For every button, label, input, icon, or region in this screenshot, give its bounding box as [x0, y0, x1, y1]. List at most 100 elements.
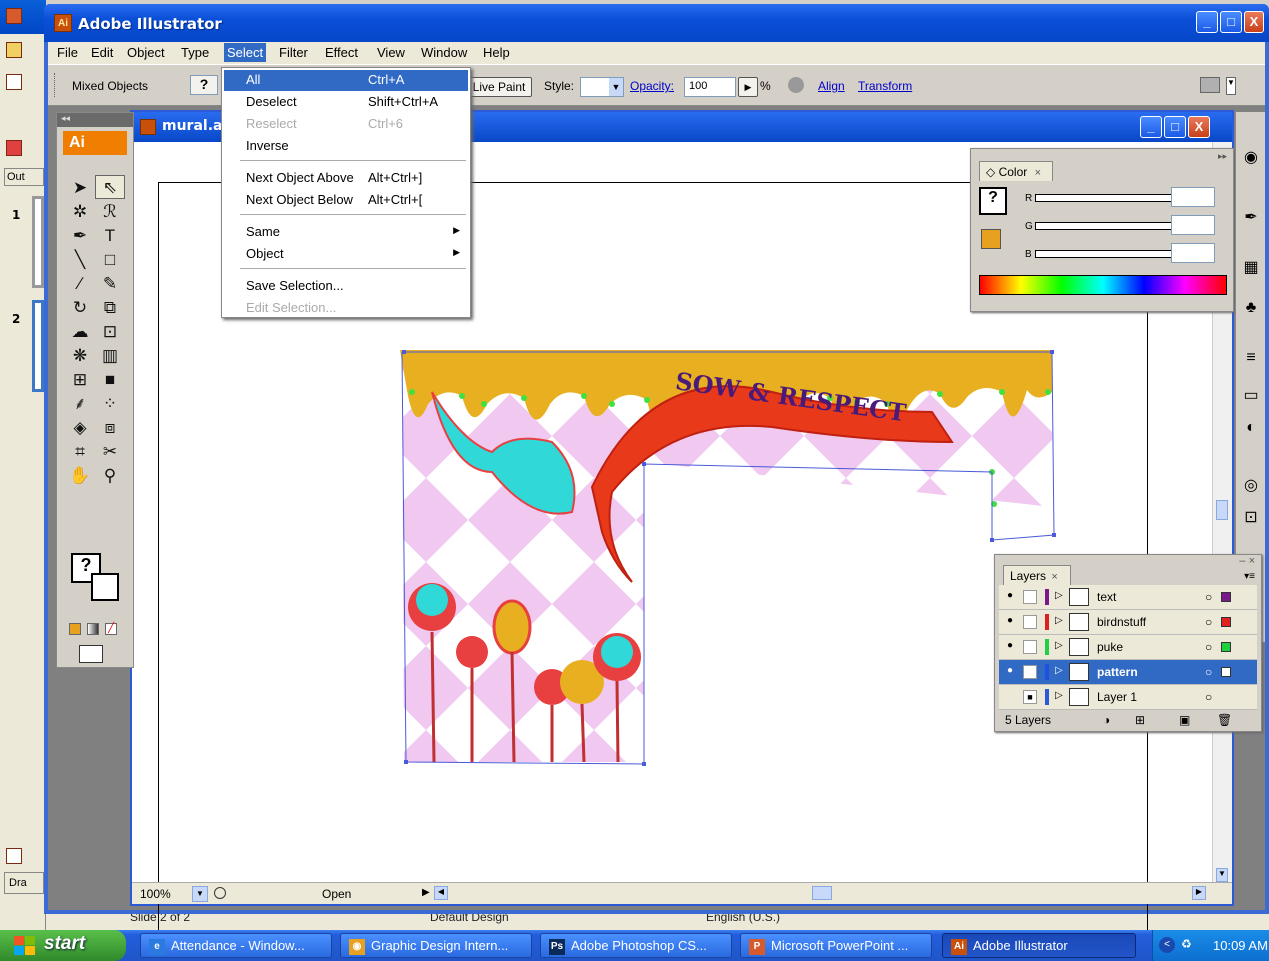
new-slide-icon[interactable]: [6, 74, 22, 90]
stroke-swatch[interactable]: [91, 573, 119, 601]
color-spectrum[interactable]: [979, 275, 1227, 295]
align-link[interactable]: Align: [818, 79, 845, 93]
lock-toggle-icon[interactable]: [1023, 640, 1037, 654]
control-bar-grip[interactable]: [54, 73, 57, 97]
rectangle-tool-icon[interactable]: □: [95, 248, 125, 272]
vertical-scroll-thumb[interactable]: [1216, 500, 1228, 520]
target-circle-icon[interactable]: ○: [1205, 665, 1212, 679]
visibility-eye-icon[interactable]: ●: [1003, 615, 1017, 629]
menu-filter[interactable]: Filter: [276, 45, 311, 60]
select-menu-item-all[interactable]: All Ctrl+A: [224, 70, 468, 91]
lock-toggle-icon[interactable]: [1023, 615, 1037, 629]
type-tool-icon[interactable]: T: [95, 224, 125, 248]
opacity-slider-button[interactable]: ▶: [738, 77, 758, 97]
menu-effect[interactable]: Effect: [322, 45, 361, 60]
blend-tool-icon[interactable]: ⁘: [95, 392, 125, 416]
powerpoint-toolbar-icon[interactable]: [6, 42, 22, 58]
menu-edit[interactable]: Edit: [88, 45, 116, 60]
taskbar-button-illustrator[interactable]: Ai Adobe Illustrator: [942, 933, 1136, 958]
select-menu-item-save-selection[interactable]: Save Selection...: [224, 276, 468, 297]
control-bar-menu-icon[interactable]: ▼: [1226, 77, 1236, 95]
scroll-left-arrow[interactable]: ◀: [434, 886, 448, 900]
doc-maximize-button[interactable]: □: [1164, 116, 1186, 138]
taskbar-button-chrome[interactable]: ◉ Graphic Design Intern...: [340, 933, 532, 958]
pencil-tool-icon[interactable]: ✎: [95, 272, 125, 296]
warp-tool-icon[interactable]: ☁: [65, 320, 95, 344]
graphic-styles-icon[interactable]: ⊡: [1241, 508, 1261, 528]
appearance-icon[interactable]: ◎: [1241, 476, 1261, 496]
brushes-icon[interactable]: ✒: [1241, 208, 1261, 228]
transform-link[interactable]: Transform: [858, 79, 912, 93]
target-circle-icon[interactable]: ○: [1205, 690, 1212, 704]
color-mode-button[interactable]: [69, 623, 81, 635]
close-button[interactable]: X: [1244, 11, 1264, 33]
menu-view[interactable]: View: [374, 45, 408, 60]
slide-thumbnail-2[interactable]: [32, 300, 44, 392]
paintbrush-tool-icon[interactable]: ∕: [65, 272, 95, 296]
scissors-tool-icon[interactable]: ✂: [95, 440, 125, 464]
layer-row-pattern[interactable]: ● ▷ pattern ○: [999, 660, 1257, 685]
menu-type[interactable]: Type: [178, 45, 212, 60]
green-value-input[interactable]: [1171, 215, 1215, 235]
stroke-icon[interactable]: ≡: [1241, 348, 1261, 368]
panel-menu-icon[interactable]: ▾≡: [1244, 571, 1255, 582]
status-menu-icon[interactable]: [214, 887, 226, 899]
green-slider[interactable]: [1035, 222, 1183, 230]
selection-swatch[interactable]: [1221, 617, 1231, 627]
close-tab-icon[interactable]: ×: [1051, 571, 1057, 583]
screen-mode-button[interactable]: [79, 645, 103, 663]
horizontal-scroll-thumb[interactable]: [812, 886, 832, 900]
lock-toggle-icon[interactable]: [1023, 590, 1037, 604]
doc-minimize-button[interactable]: _: [1140, 116, 1162, 138]
select-menu-item-same[interactable]: Same ▶: [224, 222, 468, 243]
eyedropper-tool-icon[interactable]: ⸙: [65, 392, 95, 416]
make-clipping-mask-icon[interactable]: ◑: [1103, 713, 1110, 727]
target-circle-icon[interactable]: ○: [1205, 615, 1212, 629]
scroll-down-arrow[interactable]: ▼: [1216, 868, 1228, 882]
live-paint-selection-tool-icon[interactable]: ⧈: [95, 416, 125, 440]
expand-triangle-icon[interactable]: ▷: [1055, 640, 1063, 651]
red-value-input[interactable]: [1171, 187, 1215, 207]
opacity-label[interactable]: Opacity:: [630, 79, 674, 93]
status-arrow-icon[interactable]: ▶: [422, 887, 430, 898]
style-dropdown[interactable]: ▼: [580, 77, 624, 97]
selection-swatch[interactable]: [1221, 592, 1231, 602]
color-panel-tab[interactable]: ◇ Color ×: [979, 161, 1053, 181]
fill-indicator[interactable]: ?: [979, 187, 1007, 215]
hand-tool-icon[interactable]: ✋: [65, 464, 95, 488]
taskbar-button-photoshop[interactable]: Ps Adobe Photoshop CS...: [540, 933, 732, 958]
lasso-tool-icon[interactable]: ℛ: [95, 200, 125, 224]
swatches-icon[interactable]: ◉: [1241, 148, 1261, 168]
taskbar-button-powerpoint[interactable]: P Microsoft PowerPoint ...: [740, 933, 932, 958]
visibility-eye-icon[interactable]: [1003, 690, 1017, 704]
select-menu-item-object[interactable]: Object ▶: [224, 244, 468, 265]
free-transform-tool-icon[interactable]: ⊡: [95, 320, 125, 344]
zoom-level[interactable]: 100%: [140, 887, 171, 901]
blue-value-input[interactable]: [1171, 243, 1215, 263]
layer-row-birdnstuff[interactable]: ● ▷ birdnstuff ○: [999, 610, 1257, 635]
pen-tool-icon[interactable]: ✒: [65, 224, 95, 248]
target-circle-icon[interactable]: ○: [1205, 590, 1212, 604]
selection-swatch[interactable]: [1221, 642, 1231, 652]
zoom-dropdown-icon[interactable]: ▼: [192, 886, 208, 902]
tools-panel-header[interactable]: ◂◂: [57, 113, 133, 127]
scroll-right-arrow[interactable]: ▶: [1192, 886, 1206, 900]
magic-wand-tool-icon[interactable]: ✲: [65, 200, 95, 224]
symbol-sprayer-tool-icon[interactable]: ❋: [65, 344, 95, 368]
doc-close-button[interactable]: X: [1188, 116, 1210, 138]
selection-swatch[interactable]: [1221, 667, 1231, 677]
menu-object[interactable]: Object: [124, 45, 168, 60]
expand-triangle-icon[interactable]: ▷: [1055, 615, 1063, 626]
lock-toggle-icon[interactable]: [1023, 665, 1037, 679]
layer-row-layer-1[interactable]: ■ ▷ Layer 1 ○: [999, 685, 1257, 710]
taskbar-button-ie[interactable]: e Attendance - Window...: [140, 933, 332, 958]
layer-row-text[interactable]: ● ▷ text ○: [999, 585, 1257, 610]
scale-tool-icon[interactable]: ⧉: [95, 296, 125, 320]
layer-row-puke[interactable]: ● ▷ puke ○: [999, 635, 1257, 660]
menu-window[interactable]: Window: [418, 45, 470, 60]
select-menu-item-deselect[interactable]: Deselect Shift+Ctrl+A: [224, 92, 468, 113]
expand-triangle-icon[interactable]: ▷: [1055, 690, 1063, 701]
fill-swatch-dropdown[interactable]: ?: [190, 75, 218, 95]
select-menu-item-next-object-above[interactable]: Next Object Above Alt+Ctrl+]: [224, 168, 468, 189]
live-paint-button[interactable]: Live Paint: [466, 77, 532, 97]
